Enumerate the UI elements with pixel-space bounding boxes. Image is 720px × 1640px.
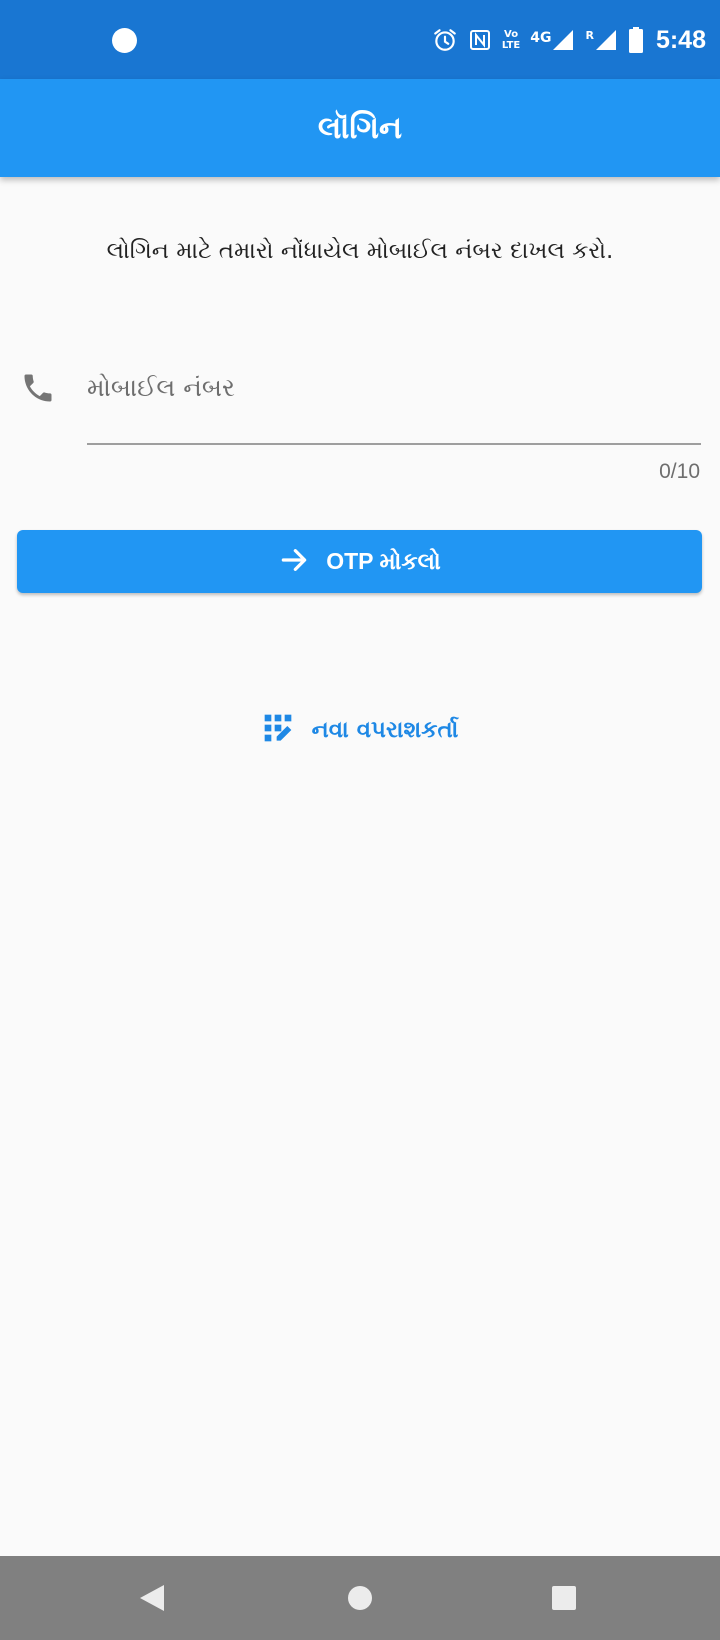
volte-label-bottom: LTE bbox=[501, 40, 521, 51]
signal-icon bbox=[551, 28, 575, 52]
recents-icon[interactable] bbox=[546, 1580, 582, 1616]
mobile-number-input[interactable] bbox=[87, 366, 701, 408]
alarm-icon bbox=[432, 27, 458, 53]
app-registration-icon bbox=[262, 712, 294, 748]
roaming-label: R bbox=[585, 29, 594, 42]
notification-dot-icon bbox=[112, 28, 137, 53]
navigation-bar bbox=[0, 1556, 720, 1640]
page-title: લૉગિન bbox=[317, 109, 403, 146]
clock: 5:48 bbox=[655, 25, 706, 54]
input-underline bbox=[87, 443, 701, 445]
volte-icon: Vo LTE bbox=[502, 29, 520, 51]
battery-icon bbox=[628, 27, 644, 53]
new-user-link[interactable]: નવા વપરાશકર્તા bbox=[0, 710, 720, 750]
status-bar: Vo LTE 4G R 5:48 bbox=[0, 0, 720, 79]
network-type: 4G bbox=[530, 30, 552, 46]
arrow-right-icon bbox=[278, 544, 310, 579]
status-icons: Vo LTE 4G R 5:48 bbox=[432, 22, 706, 58]
phone-icon bbox=[20, 370, 56, 406]
back-icon[interactable] bbox=[134, 1580, 170, 1616]
send-otp-label: OTP મોકલો bbox=[326, 548, 441, 574]
new-user-label: નવા વપરાશકર્તા bbox=[311, 717, 459, 743]
nfc-icon bbox=[468, 28, 492, 52]
app-bar: લૉગિન bbox=[0, 79, 720, 177]
home-icon[interactable] bbox=[342, 1580, 378, 1616]
instruction-text: લોગિન માટે તમારો નોંધાયેલ મોબાઈલ નંબર દા… bbox=[106, 238, 614, 264]
send-otp-button[interactable]: OTP મોકલો bbox=[17, 530, 702, 593]
volte-label-top: Vo bbox=[504, 29, 519, 40]
roaming-signal-icon bbox=[594, 28, 618, 52]
character-counter: 0/10 bbox=[659, 460, 700, 483]
